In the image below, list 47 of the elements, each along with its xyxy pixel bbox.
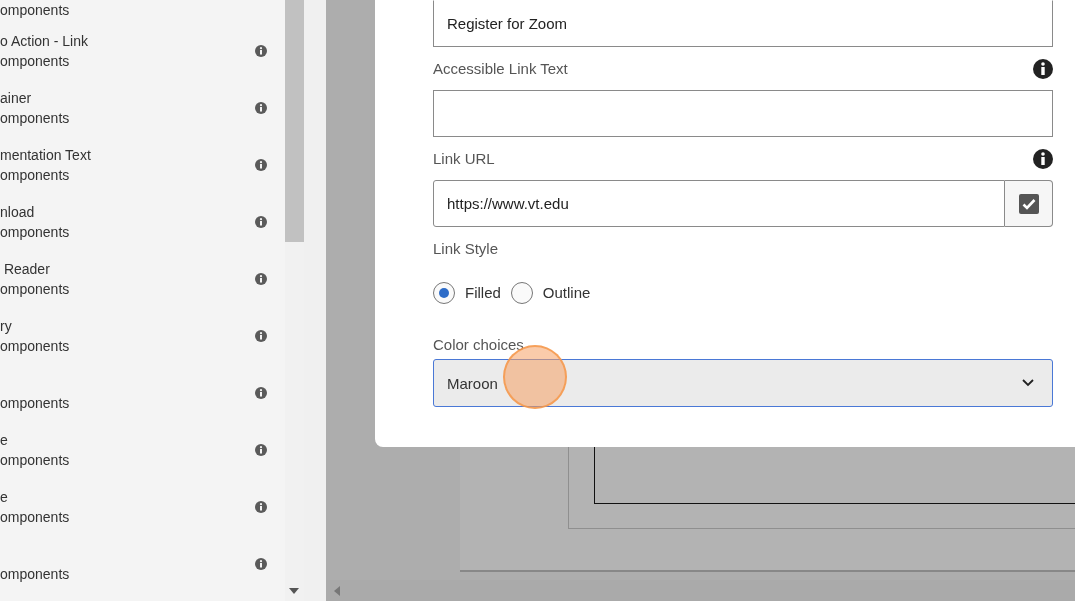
input-field[interactable] <box>433 90 1053 137</box>
field-label: Color choices <box>433 336 524 353</box>
info-icon[interactable] <box>255 215 267 228</box>
info-icon[interactable] <box>255 443 267 456</box>
url-field[interactable]: https://www.vt.edu <box>433 180 1005 227</box>
info-icon[interactable] <box>1033 148 1053 169</box>
radio-label[interactable]: Filled <box>465 284 501 301</box>
info-icon[interactable] <box>255 101 267 114</box>
component-group: omponents <box>0 164 91 185</box>
input-field[interactable]: Register for Zoom <box>433 0 1053 47</box>
component-title: ainer <box>0 88 33 108</box>
scroll-down-icon[interactable] <box>289 588 299 594</box>
info-icon[interactable] <box>1033 58 1053 79</box>
info-icon[interactable] <box>255 44 267 57</box>
component-group: omponents <box>0 221 70 242</box>
field-label: Link URL <box>433 150 495 167</box>
component-group: omponents <box>0 563 70 584</box>
info-icon[interactable] <box>255 272 267 285</box>
color-dropdown[interactable]: Maroon <box>433 359 1053 407</box>
info-icon[interactable] <box>255 158 267 171</box>
info-icon[interactable] <box>255 557 267 570</box>
component-title: e <box>0 487 9 507</box>
component-title: Reader <box>2 259 51 279</box>
radio-button[interactable] <box>510 281 533 304</box>
scrollbar-thumb[interactable] <box>285 0 304 242</box>
component-title: ry <box>0 316 13 336</box>
info-icon[interactable] <box>255 500 267 513</box>
component-group: omponents <box>0 506 70 527</box>
info-icon[interactable] <box>255 329 267 342</box>
radio-button[interactable] <box>433 281 455 304</box>
component-title: mentation Text <box>0 145 91 165</box>
component-group: omponents <box>0 335 70 356</box>
checkbox-button[interactable] <box>1005 180 1053 227</box>
field-label: Accessible Link Text <box>433 60 568 77</box>
component-title: nload <box>0 202 36 222</box>
component-group: omponents <box>0 392 70 413</box>
component-group: omponents <box>0 449 70 470</box>
component-title: o Action - Link <box>0 31 88 51</box>
component-group: omponents <box>0 0 70 20</box>
component-group: omponents <box>0 107 70 128</box>
component-group: omponents <box>0 50 88 71</box>
info-icon[interactable] <box>255 386 267 399</box>
component-group: omponents <box>0 278 70 299</box>
component-title: e <box>0 430 9 450</box>
field-label: Link Style <box>433 240 499 257</box>
radio-label[interactable]: Outline <box>542 284 591 301</box>
chevron-down-icon <box>1022 379 1034 387</box>
